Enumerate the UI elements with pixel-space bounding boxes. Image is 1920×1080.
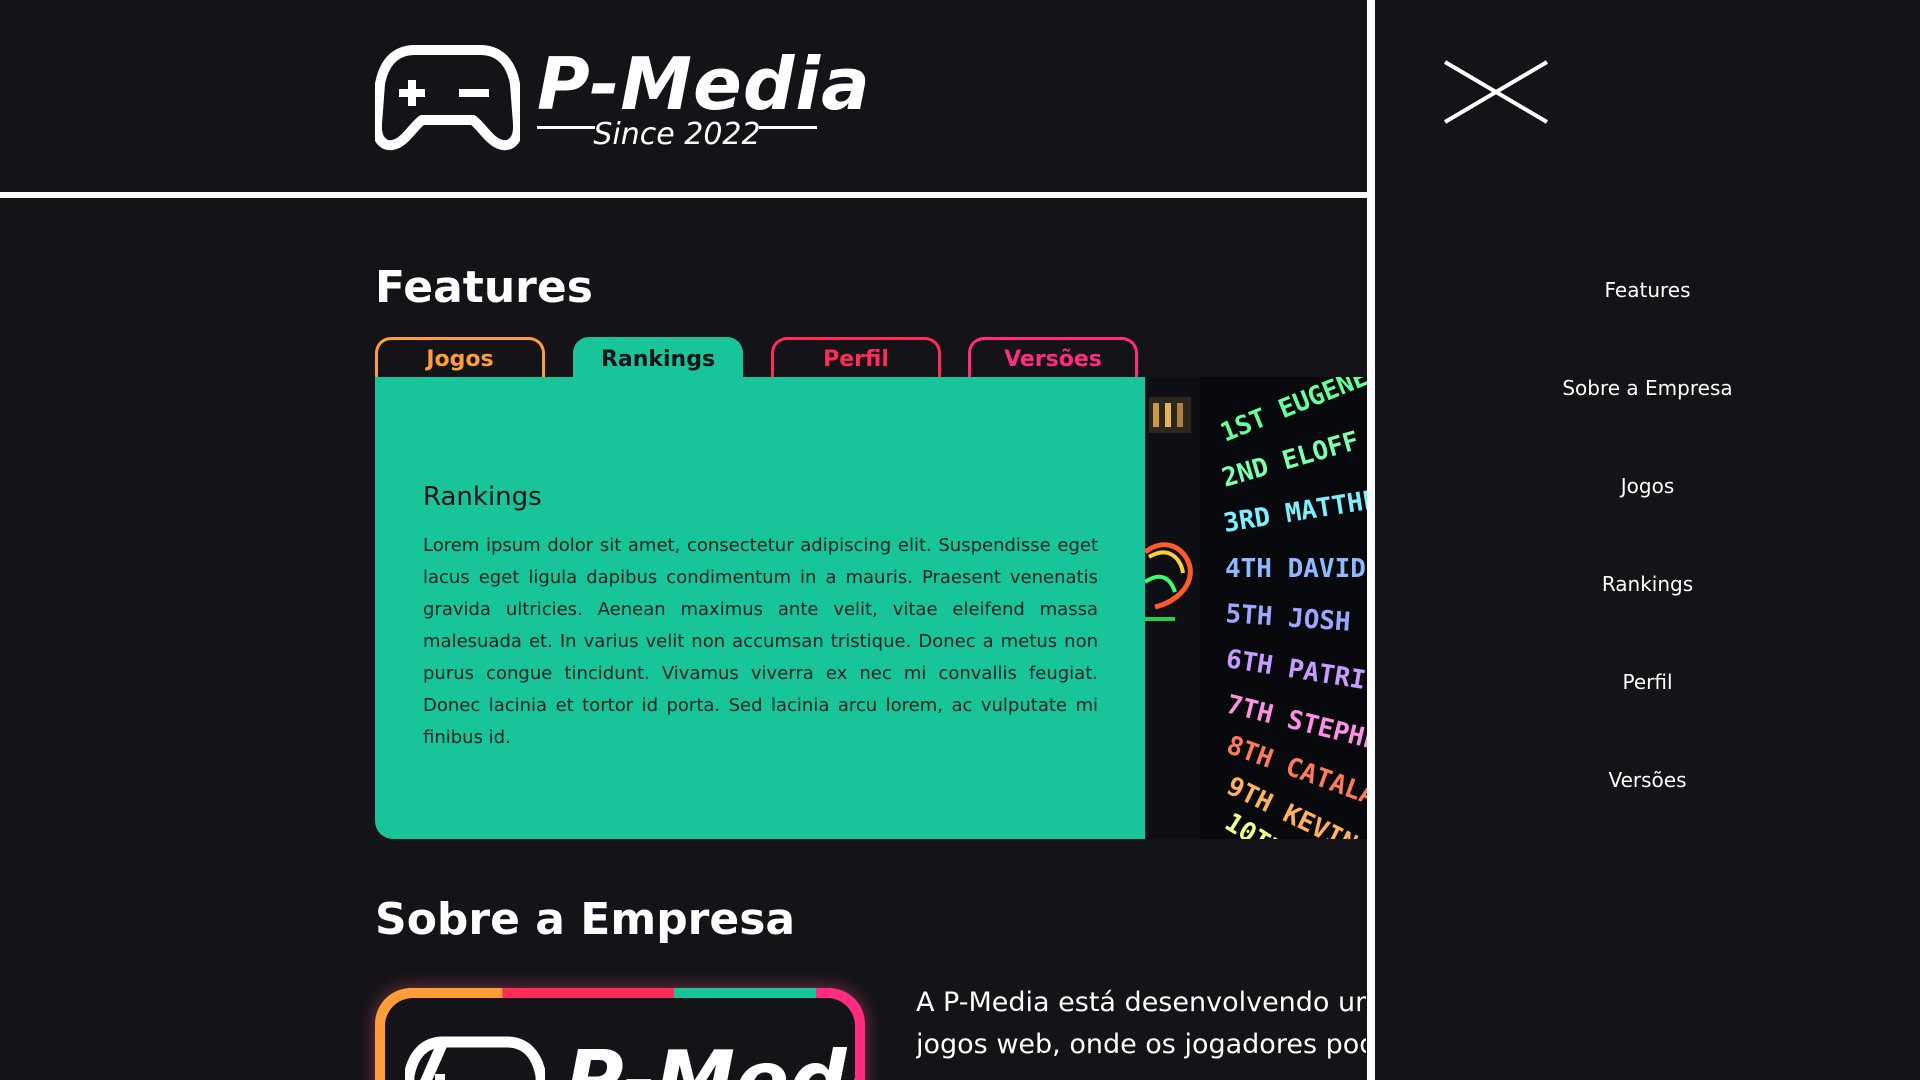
about-logo-card: P-Media [375, 988, 865, 1080]
sidebar-menu: Features Sobre a Empresa Jogos Rankings … [1375, 0, 1920, 1080]
close-icon [1443, 60, 1549, 124]
sidebar-item-perfil[interactable]: Perfil [1375, 670, 1920, 694]
tab-versoes[interactable]: Versões [968, 337, 1138, 377]
sidebar-item-versoes[interactable]: Versões [1375, 768, 1920, 792]
gamepad-icon [405, 1036, 545, 1080]
panel-body: Lorem ipsum dolor sit amet, consectetur … [423, 535, 1098, 748]
features-title: Features [375, 262, 593, 313]
leaderboard-photo: 1ST EUGENE 2ND ELOFF 3RD MATTHEW 4TH DAV… [1145, 377, 1367, 839]
sidebar-item-sobre-a-empresa[interactable]: Sobre a Empresa [1375, 376, 1920, 400]
brand-name: P-Media [537, 42, 871, 126]
leaderboard-image: 1ST EUGENE 2ND ELOFF 3RD MATTHEW 4TH DAV… [1145, 377, 1367, 839]
sidebar-item-features[interactable]: Features [1375, 278, 1920, 302]
brand-since: Since 2022 [593, 117, 761, 152]
sidebar-item-jogos[interactable]: Jogos [1375, 474, 1920, 498]
leaderboard-entry: 4TH DAVID [1225, 554, 1366, 584]
gamepad-icon [375, 45, 520, 151]
tab-jogos[interactable]: Jogos [375, 337, 545, 377]
tab-perfil[interactable]: Perfil [771, 337, 941, 377]
sidebar-divider [1367, 0, 1375, 1080]
about-text-line: jogos web, onde os jogadores poderão [916, 1029, 1366, 1060]
main-content: P-Media Since 2022 Features Jogos Rankin… [0, 0, 1367, 1080]
about-title: Sobre a Empresa [375, 894, 796, 945]
about-card-brand: P-Media [565, 1034, 855, 1080]
site-header: P-Media Since 2022 [0, 0, 1367, 192]
header-divider [0, 192, 1367, 198]
close-menu-button[interactable] [1443, 58, 1553, 128]
sidebar-item-rankings[interactable]: Rankings [1375, 572, 1920, 596]
tab-panel: Rankings Lorem ipsum dolor sit amet, con… [375, 377, 1145, 839]
about-text-line: A P-Media está desenvolvendo uma [916, 987, 1366, 1018]
brand-logo[interactable]: P-Media Since 2022 [375, 44, 870, 154]
tab-rankings[interactable]: Rankings [573, 337, 743, 377]
panel-title: Rankings [423, 482, 542, 512]
about-text: A P-Media está desenvolvendo uma jogos w… [916, 982, 1366, 1066]
